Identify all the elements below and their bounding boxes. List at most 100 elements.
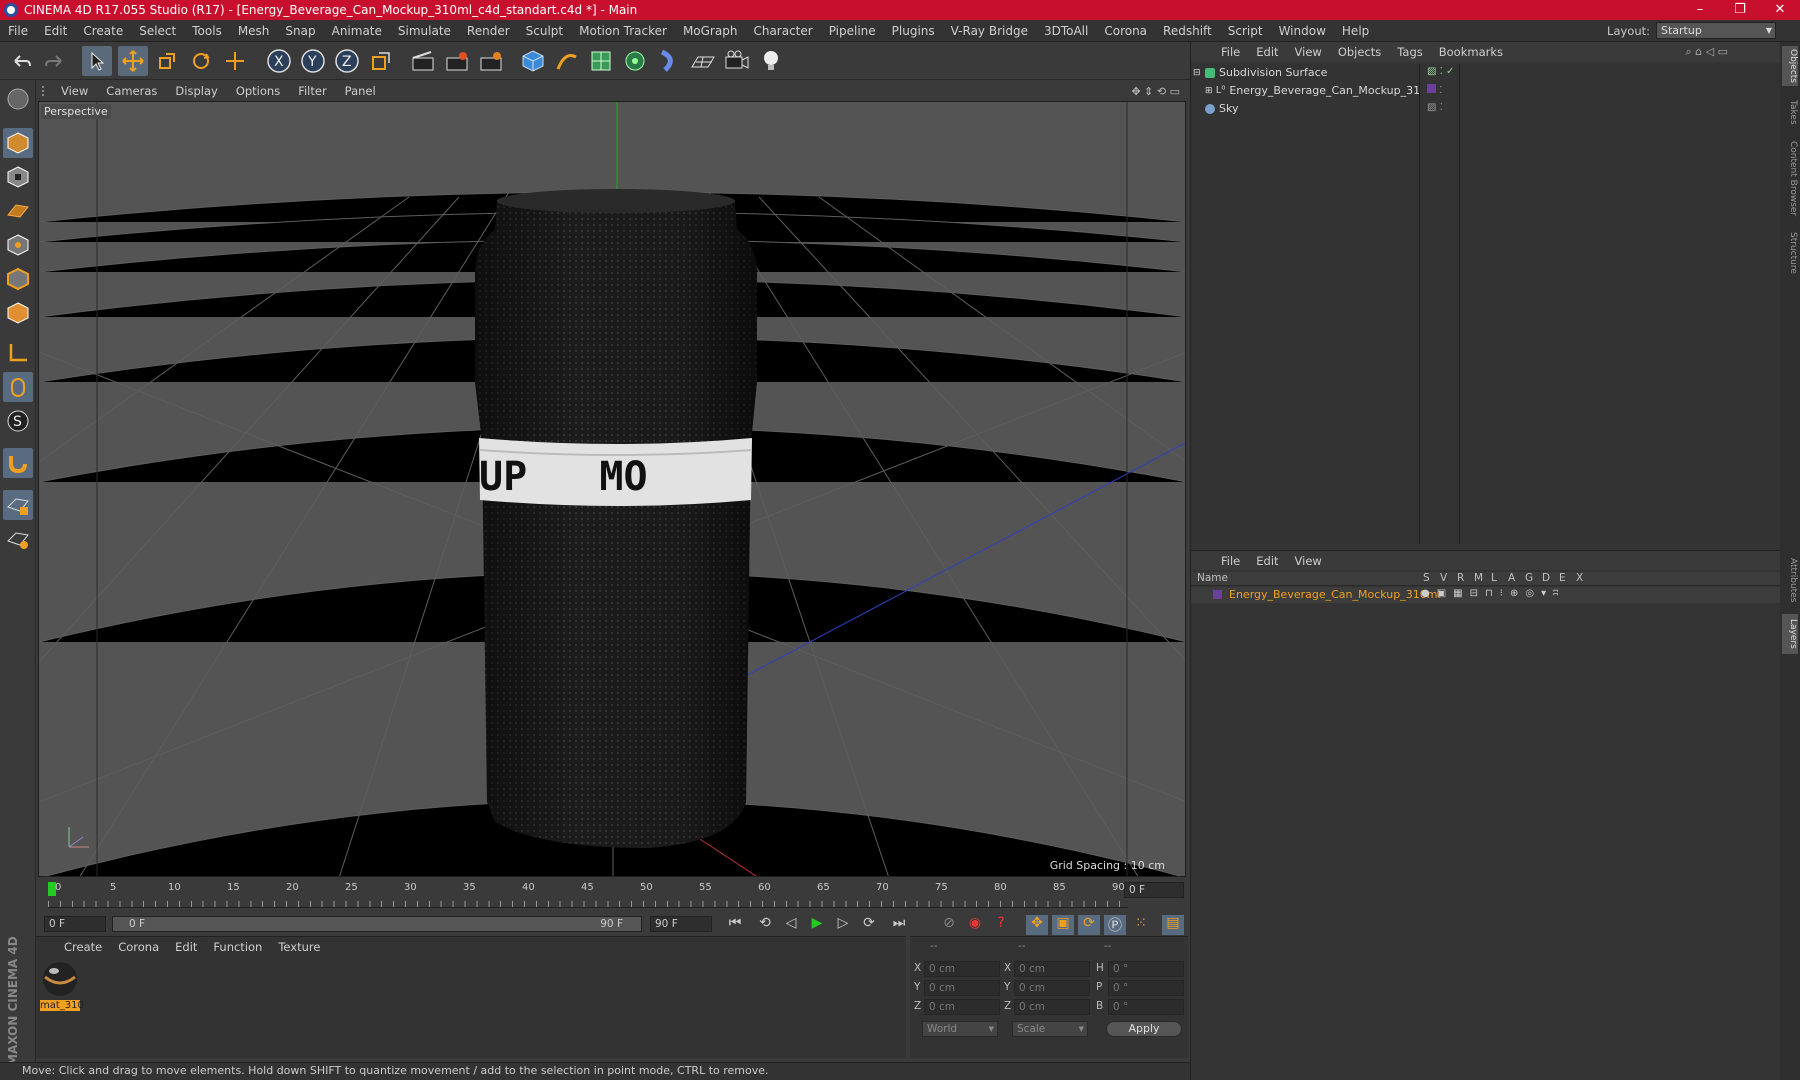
material-swatch[interactable]: mat_310 [40,959,84,1011]
material-menu-texture[interactable]: Texture [270,940,328,954]
menu-help[interactable]: Help [1334,24,1377,38]
layers-menu-view[interactable]: View [1287,554,1330,568]
perspective-viewport[interactable]: UP MO Perspective Grid Spacing : 10 cm [38,101,1186,877]
rot-p-field[interactable]: 0 ° [1108,980,1184,996]
key-pla-button[interactable]: ⁙ [1130,915,1152,935]
object-row-sky[interactable]: Sky [1193,100,1419,117]
menu-snap[interactable]: Snap [277,24,323,38]
z-axis-button[interactable]: Z [332,46,362,76]
rot-h-field[interactable]: 0 ° [1108,961,1184,977]
object-row-can-mockup[interactable]: ⊞ L⁰ Energy_Beverage_Can_Mockup_310ml [1193,82,1419,99]
menu-select[interactable]: Select [131,24,184,38]
record-key-button[interactable]: ⊘ [938,915,960,935]
apply-button[interactable]: Apply [1106,1021,1182,1037]
menu-script[interactable]: Script [1220,24,1271,38]
side-tab-attributes[interactable]: Attributes [1782,552,1798,608]
snap-button[interactable]: S [3,406,33,436]
current-frame-field[interactable]: 0 F [1124,882,1184,898]
previous-key-button[interactable]: ⟲ [754,915,776,935]
make-editable-button[interactable] [3,84,33,114]
minimize-button[interactable]: – [1680,0,1720,20]
pos-z-field[interactable]: 0 cm [924,999,1000,1015]
coordinate-system-button[interactable] [366,46,396,76]
y-axis-button[interactable]: Y [298,46,328,76]
size-x-field[interactable]: 0 cm [1014,961,1090,977]
menu-edit[interactable]: Edit [36,24,75,38]
menu-motion-tracker[interactable]: Motion Tracker [571,24,675,38]
next-frame-button[interactable]: ▷ [832,915,854,935]
next-key-button[interactable]: ⟳ [858,915,880,935]
undo-button[interactable] [6,46,36,76]
axis-mode-button[interactable] [3,338,33,368]
layer-row[interactable]: Energy_Beverage_Can_Mockup_310ml ●▣▦⊟⊓⁝⊕… [1191,587,1781,603]
keyframe-selection-button[interactable]: ? [990,915,1012,935]
coord-system-select[interactable]: World ▼ [922,1021,998,1037]
objects-menu-objects[interactable]: Objects [1330,45,1389,59]
planar-workplane-button[interactable] [3,524,33,554]
rotate-tool-button[interactable] [186,46,216,76]
menu-corona[interactable]: Corona [1096,24,1155,38]
viewport-camera-label[interactable]: Perspective [41,104,111,119]
previous-frame-button[interactable]: ◁ [780,915,802,935]
key-scale-button[interactable]: ▣ [1052,915,1074,935]
go-to-start-button[interactable]: ⏮ [724,915,746,935]
menu-pipeline[interactable]: Pipeline [821,24,884,38]
object-flags-subdivision[interactable]: ▨ ⁚ ✓ [1427,66,1454,77]
deformer-button[interactable] [654,46,684,76]
polygons-mode-button[interactable] [3,298,33,328]
close-button[interactable]: ✕ [1760,0,1800,20]
layers-menu-edit[interactable]: Edit [1248,554,1286,568]
objects-menu-file[interactable]: File [1213,45,1248,59]
menu-redshift[interactable]: Redshift [1155,24,1220,38]
scale-tool-button[interactable] [152,46,182,76]
redo-button[interactable] [40,46,70,76]
texture-mode-button[interactable] [3,162,33,192]
menu-simulate[interactable]: Simulate [390,24,459,38]
timeline-ruler[interactable]: 0 5 10 15 20 25 30 35 40 45 50 55 60 65 … [38,880,1188,910]
spline-pen-button[interactable] [552,46,582,76]
frame-range-slider[interactable]: 0 F 90 F [112,916,642,932]
side-tab-takes[interactable]: Takes [1782,94,1798,130]
play-button[interactable]: ▶ [806,915,828,935]
points-mode-button[interactable] [3,230,33,260]
pos-y-field[interactable]: 0 cm [924,980,1000,996]
size-z-field[interactable]: 0 cm [1014,999,1090,1015]
render-view-button[interactable] [408,46,438,76]
pos-x-field[interactable]: 0 cm [924,961,1000,977]
menu-mesh[interactable]: Mesh [230,24,278,38]
menu-sculpt[interactable]: Sculpt [518,24,571,38]
material-menu-create[interactable]: Create [56,940,110,954]
select-tool-button[interactable] [82,46,112,76]
start-frame-field[interactable]: 0 F [44,916,106,932]
menu-create[interactable]: Create [75,24,131,38]
size-y-field[interactable]: 0 cm [1014,980,1090,996]
side-tab-structure[interactable]: Structure [1782,228,1798,278]
model-mode-button[interactable] [3,128,33,158]
live-selection-button[interactable] [220,46,250,76]
magnet-button[interactable] [3,448,33,478]
viewport-menu-filter[interactable]: Filter [289,84,335,98]
render-settings-button[interactable] [476,46,506,76]
layer-flag-icons[interactable]: ●▣▦⊟⊓⁝⊕◎▾ʭ [1421,588,1565,599]
menu-window[interactable]: Window [1271,24,1334,38]
viewport-menu-view[interactable]: View [52,84,97,98]
menu-render[interactable]: Render [459,24,518,38]
tweak-mode-button[interactable] [3,372,33,402]
objects-menu-view[interactable]: View [1287,45,1330,59]
viewport-nav-icons[interactable]: ✥ ⇕ ⟲ ▭ [1131,85,1180,98]
go-to-end-button[interactable]: ⏭ [888,915,910,935]
timeline-window-button[interactable]: ▤ [1162,915,1184,935]
menu-tools[interactable]: Tools [184,24,230,38]
key-parameter-button[interactable]: Ⓟ [1104,915,1126,935]
camera-button[interactable] [722,46,752,76]
key-rotation-button[interactable]: ⟳ [1078,915,1100,935]
viewport-menu-cameras[interactable]: Cameras [97,84,166,98]
rot-b-field[interactable]: 0 ° [1108,999,1184,1015]
light-button[interactable] [756,46,786,76]
objects-search-icon[interactable]: ⌕ ⌂ ◁ ▭ [1686,45,1729,59]
objects-menu-tags[interactable]: Tags [1389,45,1430,59]
menu-3dtoall[interactable]: 3DToAll [1036,24,1096,38]
workplane-mode-button[interactable] [3,196,33,226]
end-frame-field[interactable]: 90 F [650,916,712,932]
objects-menu-bookmarks[interactable]: Bookmarks [1431,45,1511,59]
